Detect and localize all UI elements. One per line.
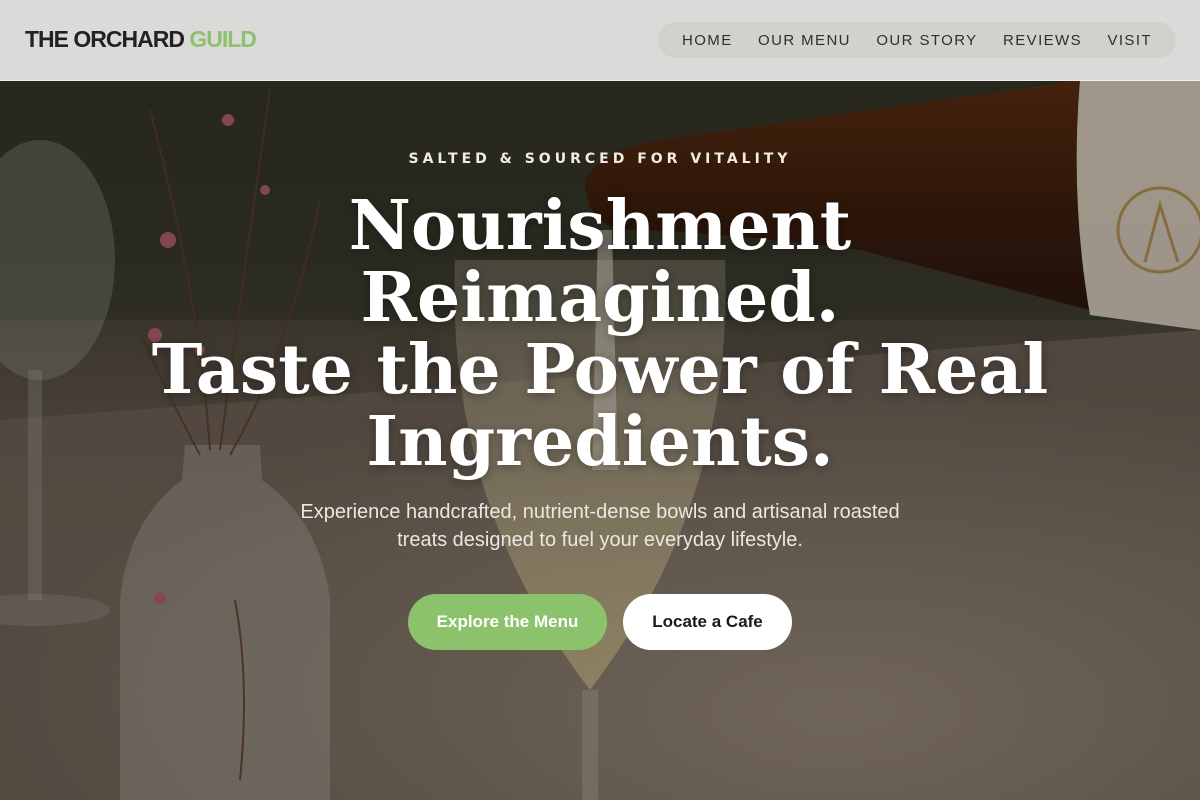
hero-subheadline: Experience handcrafted, nutrient-dense b…	[270, 498, 930, 554]
headline-line-4: Ingredients.	[366, 402, 834, 482]
hero-eyebrow: SALTED & SOURCED FOR VITALITY	[408, 151, 792, 167]
brand-name: THE ORCHARD	[25, 26, 185, 52]
subheadline-line-2: treats designed to fuel your everyday li…	[397, 529, 803, 551]
headline-line-3: Taste the Power of Real	[151, 330, 1049, 410]
brand-accent: GUILD	[189, 26, 257, 52]
headline-line-2: Reimagined.	[360, 258, 840, 338]
nav-item-our-story[interactable]: OUR STORY	[876, 32, 977, 49]
nav-item-reviews[interactable]: REVIEWS	[1003, 32, 1082, 49]
explore-menu-button[interactable]: Explore the Menu	[408, 594, 607, 650]
hero-headline: Nourishment Reimagined. Taste the Power …	[0, 190, 1200, 478]
brand-logo[interactable]: THE ORCHARD GUILD	[25, 26, 257, 53]
nav-item-home[interactable]: HOME	[682, 32, 733, 49]
nav-item-visit[interactable]: VISIT	[1107, 32, 1152, 49]
site-header: THE ORCHARD GUILD HOME OUR MENU OUR STOR…	[0, 0, 1200, 81]
subheadline-line-1: Experience handcrafted, nutrient-dense b…	[300, 501, 900, 523]
main-nav: HOME OUR MENU OUR STORY REVIEWS VISIT	[658, 22, 1176, 58]
locate-cafe-button[interactable]: Locate a Cafe	[623, 594, 792, 650]
nav-item-our-menu[interactable]: OUR MENU	[758, 32, 851, 49]
headline-line-1: Nourishment	[348, 186, 852, 266]
